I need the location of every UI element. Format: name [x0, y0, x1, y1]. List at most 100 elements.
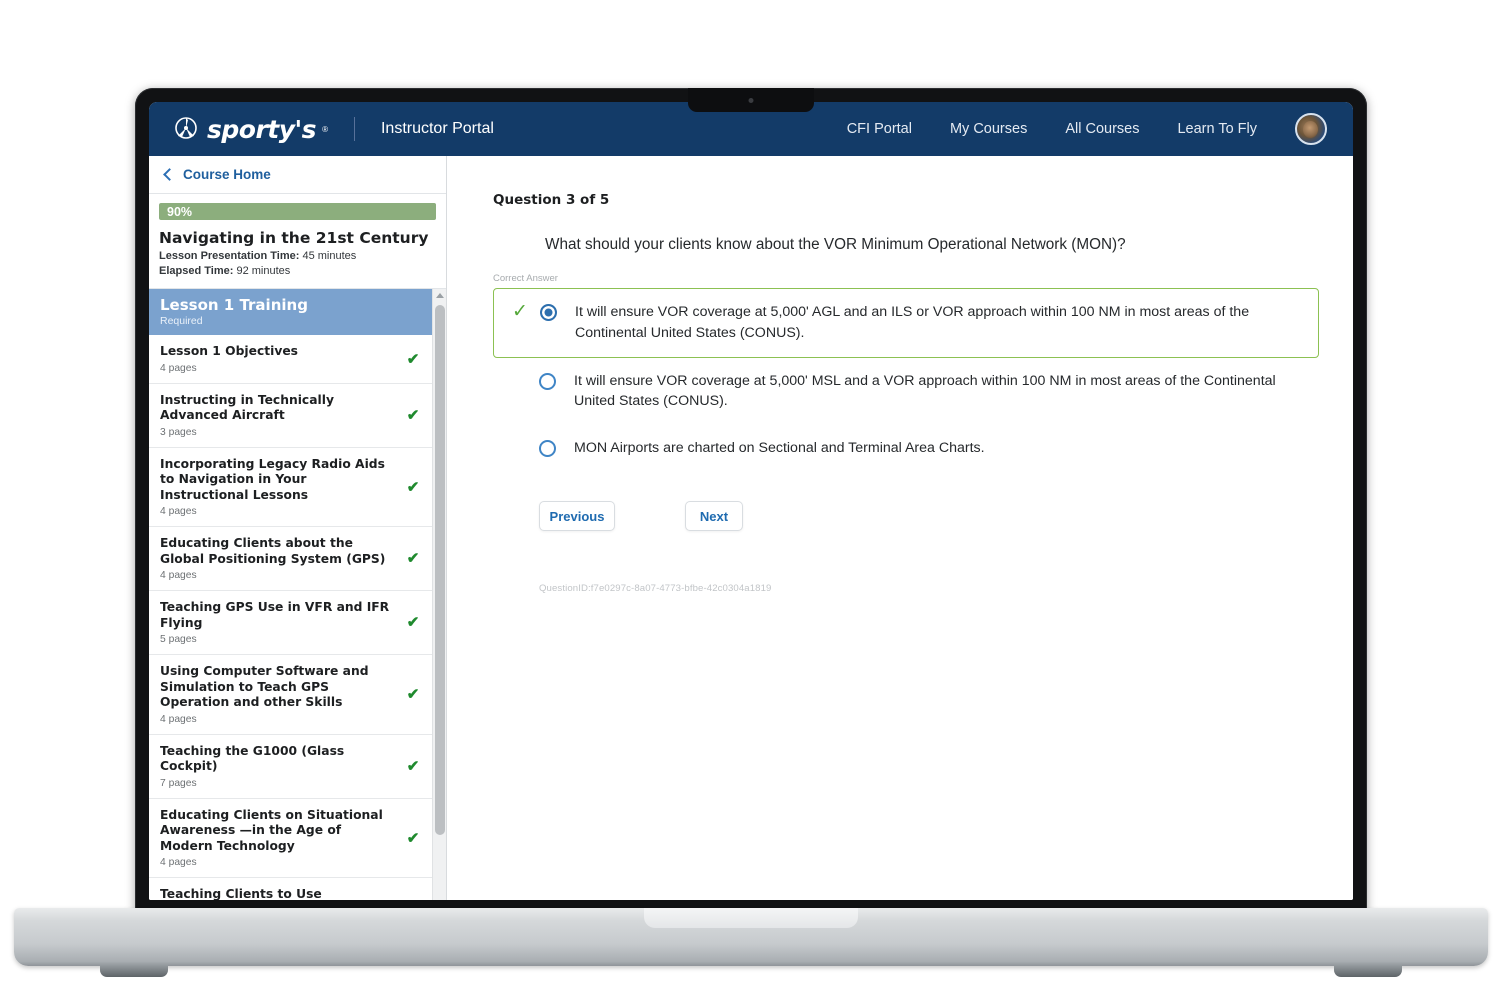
lesson-list-item[interactable]: Using Computer Software and Simulation t…: [149, 655, 432, 735]
lesson-item-text: Educating Clients about the Global Posit…: [160, 536, 405, 581]
laptop-base: [14, 908, 1488, 977]
brand-wordmark: sporty's: [207, 114, 317, 144]
header-divider: [353, 117, 355, 141]
check-icon: ✔: [406, 614, 420, 632]
lesson-presentation-time-label: Lesson Presentation Time:: [159, 250, 300, 262]
check-icon: ✔: [406, 829, 420, 847]
lesson-item-title: Using Computer Software and Simulation t…: [160, 664, 369, 710]
answer-option[interactable]: MON Airports are charted on Sectional an…: [493, 425, 1319, 472]
option-radio-button[interactable]: [539, 439, 556, 457]
lesson-item-title: Instructing in Technically Advanced Airc…: [160, 393, 334, 423]
main-content: Question 3 of 5 What should your clients…: [447, 156, 1353, 900]
course-home-label: Course Home: [183, 167, 271, 182]
sidebar: Course Home 90% Navigating in the 21st C…: [149, 156, 447, 900]
progress-bar: 90%: [159, 203, 436, 220]
header-nav: CFI Portal My Courses All Courses Learn …: [847, 113, 1353, 145]
camera-icon: [748, 98, 754, 103]
propeller-icon: [175, 117, 197, 139]
chevron-left-icon: [163, 168, 176, 181]
lesson-item-title: Educating Clients about the Global Posit…: [160, 536, 386, 566]
laptop-base-notch: [644, 908, 858, 928]
lesson-item-text: Instructing in Technically Advanced Airc…: [160, 393, 405, 438]
progress-percent-label: 90%: [167, 204, 193, 219]
lesson-item-text: Teaching GPS Use in VFR and IFR Flying 5 …: [160, 600, 405, 645]
registered-mark-icon: ®: [322, 124, 328, 134]
nav-link-my-courses[interactable]: My Courses: [950, 121, 1027, 137]
course-title: Navigating in the 21st Century: [159, 229, 429, 247]
app-body: Course Home 90% Navigating in the 21st C…: [149, 156, 1353, 900]
lesson-item-sub: 3 pages: [160, 426, 197, 438]
nav-link-all-courses[interactable]: All Courses: [1065, 121, 1139, 137]
lesson-list-item[interactable]: Incorporating Legacy Radio Aids to Navig…: [149, 447, 432, 528]
question-id-label: QuestionID:f7e0297c-8a07-4773-bfbe-42c03…: [539, 583, 772, 595]
question-counter: Question 3 of 5: [493, 192, 610, 208]
laptop-foot-left: [100, 964, 168, 977]
laptop-mockup: sporty's ® Instructor Portal CFI Portal …: [0, 0, 1500, 988]
lesson-item-text: Incorporating Legacy Radio Aids to Navig…: [160, 457, 405, 517]
lesson-item-sub: 7 pages: [160, 777, 197, 789]
brand-block[interactable]: sporty's ® Instructor Portal: [171, 115, 494, 144]
lesson-item-sub: 4 pages: [160, 506, 197, 518]
correct-answer-label: Correct Answer: [493, 273, 558, 285]
check-icon: ✔: [406, 550, 420, 568]
elapsed-time: Elapsed Time: 92 minutes: [159, 265, 436, 277]
avatar[interactable]: [1295, 113, 1327, 145]
lesson-item-sub: 5 pages: [160, 634, 197, 646]
lesson-item-sub: 4 pages: [160, 362, 197, 374]
option-radio-button[interactable]: [539, 372, 556, 390]
course-home-link[interactable]: Course Home: [149, 156, 446, 194]
lesson-list-item[interactable]: Instructing in Technically Advanced Airc…: [149, 384, 432, 448]
sidebar-section-subtitle: Required: [160, 315, 203, 327]
sidebar-section-header[interactable]: Lesson 1 Training Required: [149, 289, 432, 335]
course-summary: 90% Navigating in the 21st Century Lesso…: [149, 194, 446, 288]
lesson-item-title: Teaching Clients to Use Automation as a …: [160, 887, 322, 900]
lesson-presentation-time-value: 45 minutes: [302, 250, 357, 262]
option-label: It will ensure VOR coverage at 5,000' AG…: [575, 304, 1250, 341]
question-text: What should your clients know about the …: [545, 236, 1126, 253]
lesson-item-title: Educating Clients on Situational Awarene…: [160, 807, 383, 853]
lesson-item-title: Lesson 1 Objectives: [160, 344, 299, 359]
scroll-up-arrow-icon[interactable]: [435, 293, 444, 298]
previous-button[interactable]: Previous: [539, 501, 615, 532]
option-label: It will ensure VOR coverage at 5,000' MS…: [574, 372, 1276, 410]
lesson-item-title: Incorporating Legacy Radio Aids to Navig…: [160, 456, 385, 502]
lesson-item-sub: 4 pages: [160, 570, 197, 582]
lesson-item-text: Teaching the G1000 (Glass Cockpit) 7 page…: [160, 744, 405, 789]
lesson-list-item[interactable]: Educating Clients on Situational Awarene…: [149, 798, 432, 879]
option-radio-button[interactable]: [540, 304, 557, 322]
lesson-list-item[interactable]: Lesson 1 Objectives 4 pages ✔: [149, 335, 432, 384]
camera-notch: [688, 88, 814, 112]
lesson-list-item[interactable]: Teaching GPS Use in VFR and IFR Flying 5 …: [149, 591, 432, 656]
lesson-presentation-time: Lesson Presentation Time: 45 minutes: [159, 250, 436, 262]
nav-link-cfi-portal[interactable]: CFI Portal: [847, 121, 912, 137]
lesson-item-text: Using Computer Software and Simulation t…: [160, 664, 405, 724]
answer-options-list: ✓ It will ensure VOR coverage at 5,000' A…: [493, 288, 1319, 471]
lesson-item-sub: 4 pages: [160, 713, 197, 725]
lesson-list-item[interactable]: Educating Clients about the Global Posit…: [149, 527, 432, 592]
check-icon: ✔: [406, 406, 420, 424]
nav-link-learn-to-fly[interactable]: Learn To Fly: [1177, 121, 1257, 137]
sidebar-section-title: Lesson 1 Training: [160, 296, 308, 314]
next-button[interactable]: Next: [685, 501, 743, 532]
lesson-scroll-area: Lesson 1 Training Required Lesson 1 Object…: [149, 289, 446, 900]
lesson-item-sub: 4 pages: [160, 857, 197, 869]
check-icon: ✔: [406, 350, 420, 368]
answer-option[interactable]: It will ensure VOR coverage at 5,000' MS…: [493, 358, 1319, 425]
option-label: MON Airports are charted on Sectional an…: [574, 439, 985, 456]
answer-option[interactable]: ✓ It will ensure VOR coverage at 5,000' A…: [493, 288, 1319, 358]
lesson-item-text: Educating Clients on Situational Awarene…: [160, 808, 405, 868]
laptop-foot-right: [1334, 964, 1402, 977]
lesson-item-title: Teaching the G1000 (Glass Cockpit): [160, 743, 345, 774]
scrollbar-thumb[interactable]: [435, 305, 445, 835]
elapsed-time-value: 92 minutes: [236, 265, 291, 277]
lesson-item-title: Teaching GPS Use in VFR and IFR Flying: [160, 600, 390, 630]
correct-check-icon: ✓: [512, 301, 528, 323]
browser-screen: sporty's ® Instructor Portal CFI Portal …: [149, 102, 1353, 900]
lesson-list-item[interactable]: Teaching the G1000 (Glass Cockpit) 7 page…: [149, 734, 432, 799]
lesson-item-text: Lesson 1 Objectives 4 pages: [160, 344, 405, 373]
sidebar-scrollbar[interactable]: [432, 289, 446, 900]
lesson-list-item[interactable]: Teaching Clients to Use Automation as a …: [149, 878, 432, 900]
sportys-logo[interactable]: sporty's ®: [171, 115, 328, 144]
progress-bar-fill: 90%: [159, 203, 436, 220]
check-icon: ✔: [406, 478, 420, 496]
